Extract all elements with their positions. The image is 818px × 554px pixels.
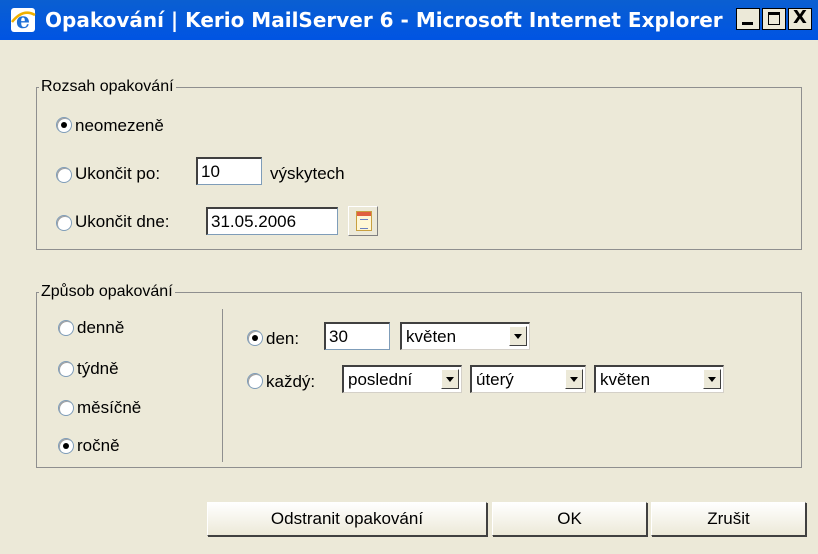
radio-every[interactable] [247,373,263,389]
chevron-down-icon[interactable] [509,326,527,346]
cancel-button[interactable]: Zrušit [651,502,806,536]
yearly-label: ročně [77,436,120,455]
close-button[interactable]: X [788,7,812,30]
radio-monthly[interactable] [58,400,74,416]
end-on-label: Ukončit dne: [75,212,170,231]
range-legend: Rozsah opakování [41,78,174,95]
every-month-select[interactable]: květen [594,365,724,393]
radio-end-after[interactable] [56,167,72,183]
calendar-icon [356,211,372,231]
daily-label: denně [77,318,125,337]
every-which-value: poslední [348,370,413,389]
dialog-window: e Opakování | Kerio MailServer 6 - Micro… [0,0,818,554]
end-after-input[interactable]: 10 [196,157,262,185]
ok-button[interactable]: OK [492,502,647,536]
calendar-button[interactable] [348,206,378,236]
radio-day[interactable] [247,330,263,346]
every-weekday-value: úterý [476,370,514,389]
day-month-value: květen [406,327,457,346]
title-bar[interactable]: e Opakování | Kerio MailServer 6 - Micro… [0,0,818,40]
close-icon: X [793,7,807,28]
day-label: den: [266,329,300,348]
chevron-down-icon[interactable] [565,369,583,389]
every-weekday-select[interactable]: úterý [470,365,586,393]
weekly-label: týdně [77,359,119,378]
minimize-button[interactable] [736,8,760,30]
every-label: každý: [266,372,316,391]
radio-yearly[interactable] [58,438,74,454]
chevron-down-icon[interactable] [441,369,459,389]
chevron-down-icon[interactable] [703,369,721,389]
ie-icon: e [11,8,36,34]
unlimited-label: neomezeně [75,116,164,135]
radio-weekly[interactable] [58,361,74,377]
end-after-label: Ukončit po: [75,164,161,183]
radio-daily[interactable] [58,320,74,336]
pattern-legend: Způsob opakování [41,283,173,300]
end-on-date-input[interactable]: 31.05.2006 [206,207,338,235]
day-month-select[interactable]: květen [400,322,530,350]
every-which-select[interactable]: poslední [342,365,462,393]
day-input[interactable]: 30 [324,322,390,350]
pattern-divider [222,309,223,462]
remove-recurrence-button[interactable]: Odstranit opakování [207,502,487,536]
every-month-value: květen [600,370,651,389]
window-title: Opakování | Kerio MailServer 6 - Microso… [45,8,723,32]
radio-unlimited[interactable] [56,117,72,133]
monthly-label: měsíčně [77,398,142,417]
occurrences-label: výskytech [270,164,345,183]
radio-end-on[interactable] [56,215,72,231]
maximize-button[interactable] [762,8,786,30]
